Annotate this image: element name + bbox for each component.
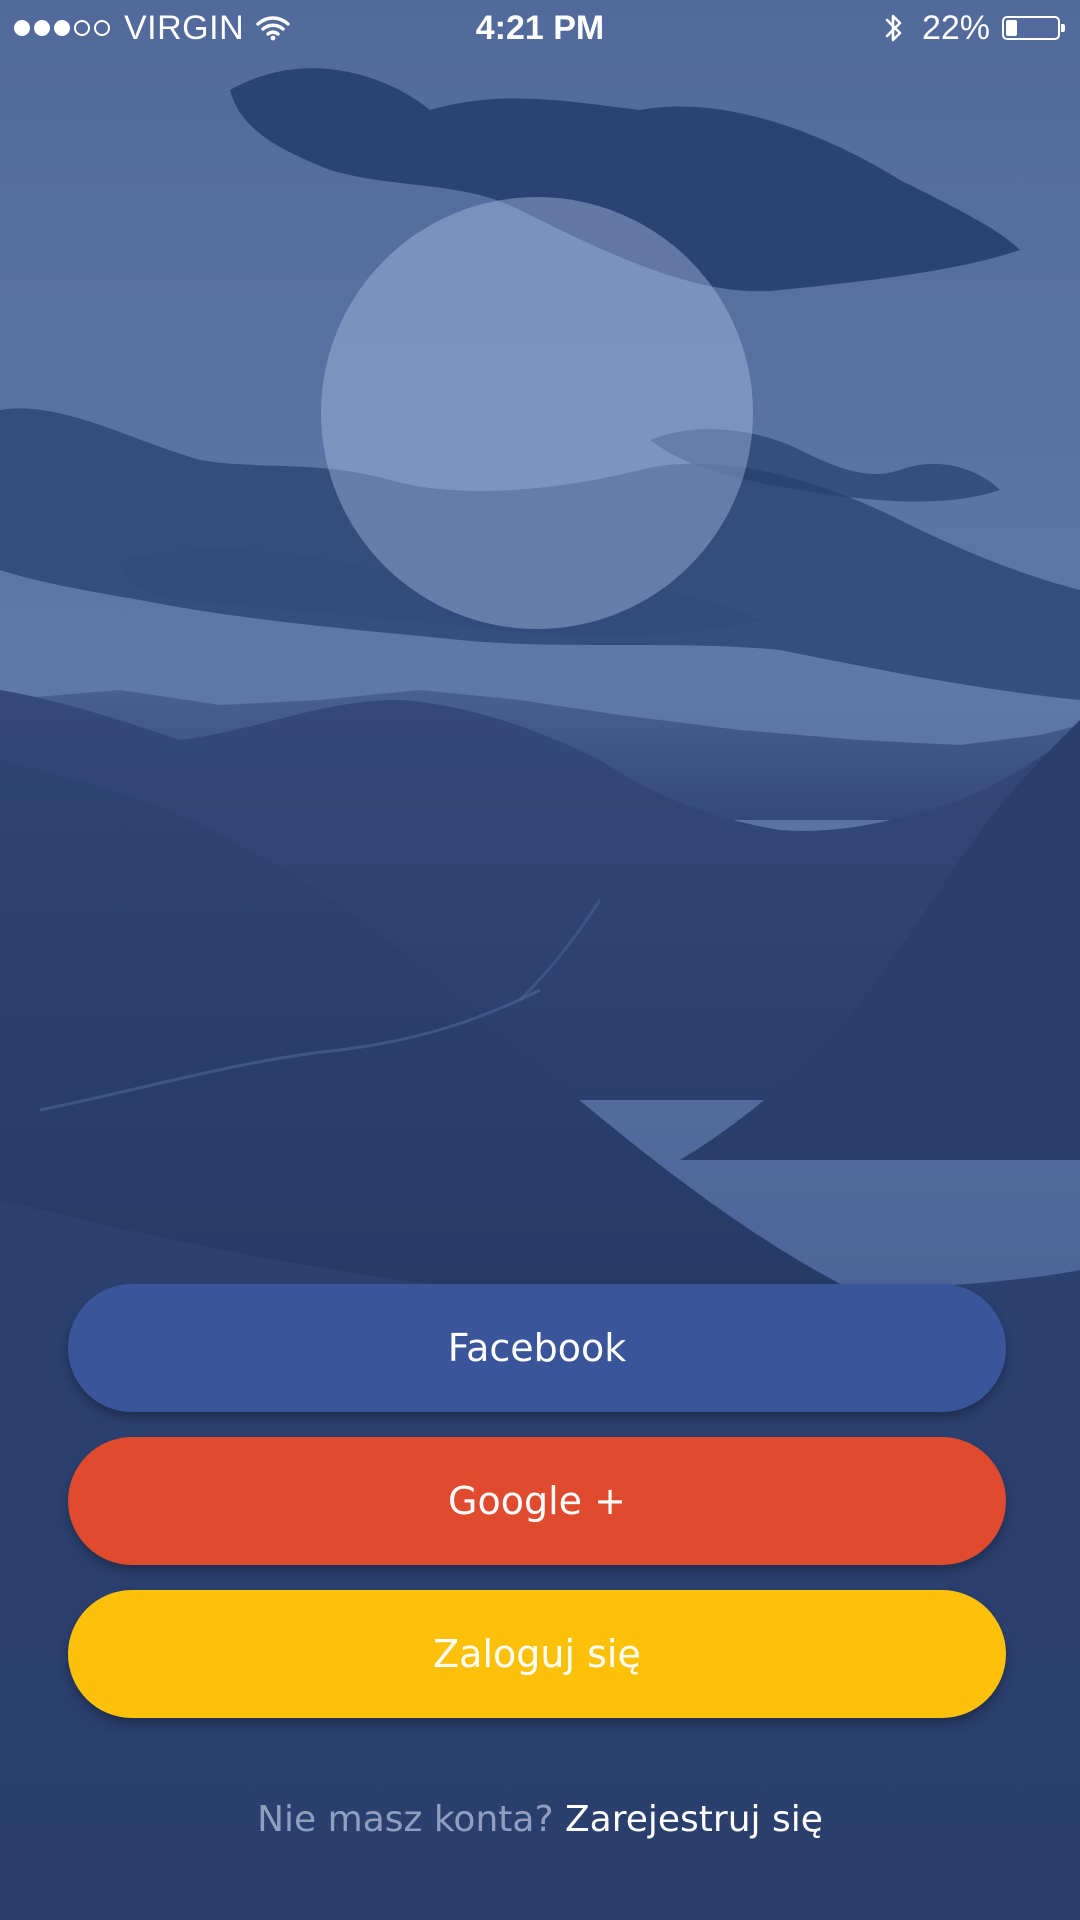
status-bar: VIRGIN 4:21 PM 22% xyxy=(0,0,1080,56)
bluetooth-icon xyxy=(884,11,904,45)
logo-placeholder-circle xyxy=(321,197,753,629)
register-link[interactable]: Zarejestruj się xyxy=(565,1799,823,1840)
register-prompt: Nie masz konta? Zarejestruj się xyxy=(0,1795,1080,1845)
battery-level-fill xyxy=(1006,20,1017,36)
battery-percentage: 22% xyxy=(921,8,990,47)
status-bar-right: 22% xyxy=(884,8,1065,48)
battery-icon xyxy=(1002,16,1065,40)
no-account-question: Nie masz konta? xyxy=(257,1799,554,1840)
google-plus-login-button[interactable]: Google + xyxy=(68,1437,1006,1565)
login-screen: VIRGIN 4:21 PM 22% Facebook Google + Zal… xyxy=(0,0,1080,1920)
facebook-login-button[interactable]: Facebook xyxy=(68,1284,1006,1412)
login-button[interactable]: Zaloguj się xyxy=(68,1590,1006,1718)
